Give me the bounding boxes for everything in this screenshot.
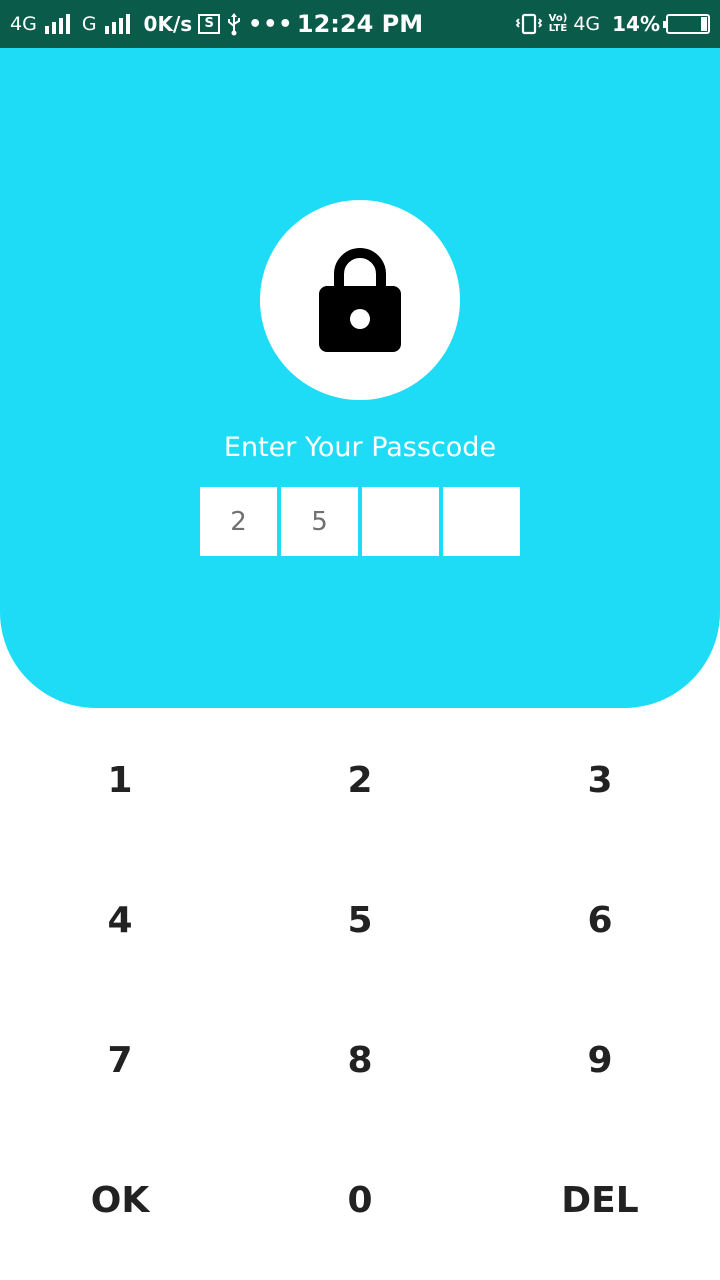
key-6[interactable]: 6 [480,850,720,990]
lock-icon [319,248,401,352]
ok-button[interactable]: OK [0,1130,240,1270]
passcode-digit-2[interactable]: 5 [281,487,358,556]
signal-icon-2 [104,14,130,34]
delete-button[interactable]: DEL [480,1130,720,1270]
status-right: Vo) LTE 4G 14% ⚡ [515,12,710,36]
key-2[interactable]: 2 [240,710,480,850]
volte-icon: Vo) LTE [549,14,568,34]
lock-badge [260,200,460,400]
key-8[interactable]: 8 [240,990,480,1130]
passcode-digit-4[interactable] [443,487,520,556]
keypad: 1 2 3 4 5 6 7 8 9 OK 0 DEL [0,710,720,1270]
passcode-input[interactable]: 2 5 [200,487,520,556]
status-bar: 4G G 0K/s S ••• 12:24 PM Vo) LTE 4G 14% … [0,0,720,48]
key-9[interactable]: 9 [480,990,720,1130]
more-notifications-icon: ••• [248,11,294,37]
network-type-2: G [81,13,97,35]
passcode-digit-3[interactable] [362,487,439,556]
key-3[interactable]: 3 [480,710,720,850]
key-0[interactable]: 0 [240,1130,480,1270]
network-type-1: 4G [10,13,37,35]
key-5[interactable]: 5 [240,850,480,990]
charging-icon: ⚡ [683,15,693,31]
vibrate-icon [515,13,543,35]
passcode-digit-1[interactable]: 2 [200,487,277,556]
passcode-prompt: Enter Your Passcode [223,432,497,463]
status-left: 4G G 0K/s S ••• [10,12,515,37]
key-4[interactable]: 4 [0,850,240,990]
battery-percent: 14% [612,12,660,36]
screenshot-icon: S [198,14,221,34]
key-1[interactable]: 1 [0,710,240,850]
key-7[interactable]: 7 [0,990,240,1130]
network-speed: 0K/s [143,12,193,36]
network-type-3: 4G [573,13,601,35]
volte-bottom: LTE [548,23,568,34]
battery-icon: ⚡ [663,14,710,34]
signal-icon [44,14,70,34]
passcode-header: Enter Your Passcode 2 5 [0,48,720,708]
usb-icon [226,12,242,36]
